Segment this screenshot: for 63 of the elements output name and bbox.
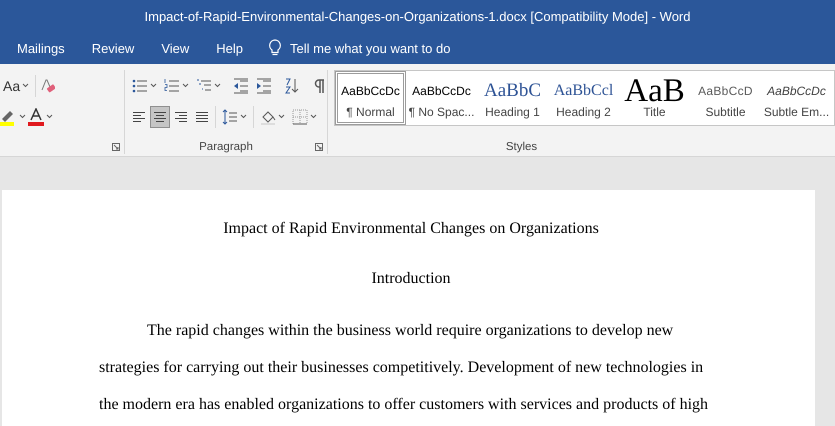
style-name: ¶ No Spac... — [408, 105, 474, 119]
ribbon-tab[interactable]: Review — [92, 40, 148, 56]
caret-icon[interactable] — [240, 114, 247, 119]
paragraph-line: strategies for carrying out their businesses competitively. Development of new technologies in — [99, 358, 704, 378]
caret-icon[interactable] — [214, 83, 221, 88]
caret-icon[interactable] — [278, 114, 285, 119]
style-gallery-item[interactable]: AaBbCcDc Subtle Em... — [761, 71, 832, 125]
paragraph-line: The rapid changes within the business world require organizations to develop new — [146, 321, 674, 341]
section-heading: Introduction — [370, 270, 452, 288]
style-gallery-item[interactable]: AaBbCcl Heading 2 — [548, 71, 619, 125]
font-color-icon[interactable] — [27, 108, 45, 126]
line-spacing-icon[interactable] — [222, 108, 238, 124]
borders-icon[interactable] — [292, 108, 308, 124]
text-lines-icon — [195, 110, 209, 124]
style-preview: AaBbCcDc — [341, 84, 400, 98]
style-gallery-item[interactable]: AaB Title — [619, 71, 690, 125]
paragraph-line: the modern era has enabled organizations to offer customers with services and products of high — [99, 395, 710, 415]
sort-icon[interactable] — [284, 78, 300, 94]
clear-formatting-icon[interactable] — [39, 78, 56, 94]
decrease-indent-icon[interactable] — [233, 78, 249, 94]
style-gallery-item[interactable]: AaBbC Heading 1 — [477, 71, 548, 125]
style-preview: AaBbCcl — [554, 82, 614, 100]
align-center-button[interactable] — [150, 106, 170, 128]
group-label: Paragraph — [199, 141, 253, 154]
caret-icon[interactable] — [19, 114, 26, 119]
style-gallery-item[interactable]: AaBbCcDc ¶ Normal — [335, 71, 406, 125]
multilevel-list-icon[interactable] — [196, 78, 212, 94]
caret-icon[interactable] — [310, 114, 317, 119]
text-lines-icon — [153, 110, 167, 124]
style-name: Subtitle — [705, 105, 746, 119]
bullet-list-icon[interactable] — [132, 78, 148, 94]
ribbon-tab[interactable]: View — [161, 40, 202, 56]
group-label: Styles — [506, 141, 538, 154]
ribbon-tab[interactable]: Help — [216, 40, 256, 56]
caret-icon[interactable] — [46, 114, 53, 119]
dialog-launcher-icon[interactable] — [112, 143, 120, 151]
shading-icon[interactable] — [260, 108, 276, 124]
style-preview: AaBbC — [484, 80, 541, 102]
style-name: Heading 2 — [556, 105, 611, 119]
caret-icon[interactable] — [150, 83, 157, 88]
dialog-launcher-icon[interactable] — [315, 143, 323, 151]
document-title: Impact of Rapid Environmental Changes on Organizations — [222, 220, 600, 238]
caret-icon[interactable] — [182, 83, 189, 88]
style-name: ¶ Normal — [346, 105, 395, 119]
change-case-button[interactable]: Aa — [0, 74, 32, 98]
text-lines-icon — [132, 110, 146, 124]
style-preview: AaBbCcDc — [412, 84, 471, 98]
style-preview: AaBbCcD — [698, 84, 753, 98]
style-preview: AaB — [624, 77, 685, 105]
caret-icon — [22, 83, 30, 88]
style-name: Heading 1 — [485, 105, 540, 119]
style-gallery-item[interactable]: AaBbCcD Subtitle — [690, 71, 761, 125]
tell-me-search-field[interactable]: Tell me what you want to do — [290, 40, 450, 56]
text-lines-icon — [174, 110, 188, 124]
style-name: Title — [643, 105, 666, 119]
ribbon-tab[interactable]: Mailings — [17, 40, 78, 56]
lightbulb-icon[interactable] — [268, 39, 282, 57]
style-name: Subtle Em... — [764, 105, 830, 119]
style-preview: AaBbCcDc — [767, 84, 826, 98]
numbered-list-icon[interactable] — [164, 78, 180, 94]
style-gallery-item[interactable]: AaBbCcDc ¶ No Spac... — [406, 71, 477, 125]
increase-indent-icon[interactable] — [256, 78, 272, 94]
window-title: Impact-of-Rapid-Environmental-Changes-on-Organizations-1.docx [Compatibility Mode] - Word — [144, 8, 690, 24]
